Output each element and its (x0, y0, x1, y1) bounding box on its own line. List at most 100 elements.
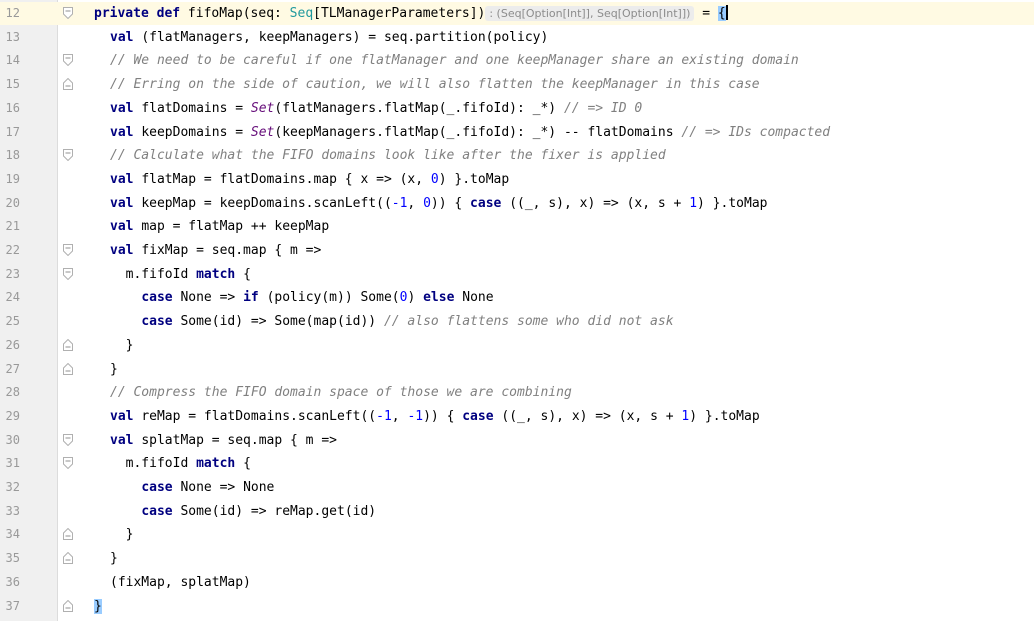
line-number: 30 (5, 432, 20, 447)
code-text[interactable]: } (110, 361, 118, 378)
code-text[interactable]: // Compress the FIFO domain space of tho… (110, 384, 572, 401)
line-number: 13 (5, 29, 20, 44)
code-token: // => ID 0 (563, 100, 643, 116)
fold-open-icon[interactable] (63, 7, 73, 19)
fold-open-icon[interactable] (63, 54, 73, 67)
code-text[interactable]: val splatMap = seq.map { m => (110, 432, 337, 449)
fold-open-icon[interactable] (63, 457, 73, 470)
code-token: (flatManagers, keepManagers) = seq.parti… (141, 29, 549, 45)
code-line-28[interactable]: 28 // Compress the FIFO domain space of t… (0, 381, 1034, 404)
line-number: 36 (5, 574, 20, 589)
code-token: (fixMap, splatMap) (110, 574, 251, 590)
code-line-25[interactable]: 25 case Some(id) => Some(map(id)) // als… (0, 310, 1034, 333)
code-text[interactable]: val map = flatMap ++ keepMap (110, 218, 329, 235)
fold-open-icon[interactable] (63, 244, 73, 256)
code-token: case (141, 480, 181, 495)
code-line-24[interactable]: 24 case None => if (policy(m)) Some(0) e… (0, 286, 1034, 309)
code-token: Some(id) => reMap.get(id) (180, 503, 377, 519)
code-text[interactable]: } (110, 526, 134, 543)
code-editor[interactable]: 12 private def fifoMap(seq: Seq[TLManager… (0, 0, 1034, 621)
code-token: m.fifoId (110, 456, 197, 472)
code-text[interactable]: } (110, 337, 134, 354)
fold-close-icon[interactable] (63, 599, 73, 612)
code-line-33[interactable]: 33 case Some(id) => reMap.get(id) (0, 500, 1034, 523)
code-line-20[interactable]: 20 val keepMap = keepDomains.scanLeft((-1… (0, 192, 1034, 215)
code-line-12[interactable]: 12 private def fifoMap(seq: Seq[TLManager… (0, 2, 1034, 25)
code-token: // also flattens some who did not ask (383, 314, 674, 330)
code-token: match (196, 266, 244, 282)
code-line-17[interactable]: 17 val keepDomains = Set(keepManagers.fla… (0, 121, 1034, 144)
code-line-36[interactable]: 36 (fixMap, splatMap) (0, 571, 1034, 594)
code-token: m.fifoId (110, 266, 197, 282)
code-token: keepDomains = (141, 124, 251, 140)
fold-open-icon[interactable] (63, 433, 73, 446)
code-token: } (110, 361, 118, 377)
code-text[interactable]: val reMap = flatDomains.scanLeft((-1, -1… (110, 408, 760, 425)
code-text[interactable]: val flatDomains = Set(flatManagers.flatM… (110, 100, 642, 117)
code-text[interactable]: case Some(id) => Some(map(id)) // also f… (110, 313, 674, 330)
fold-close-icon[interactable] (63, 78, 73, 91)
code-text[interactable]: val flatMap = flatDomains.map { x => (x,… (110, 171, 509, 188)
code-line-21[interactable]: 21 val map = flatMap ++ keepMap (0, 215, 1034, 238)
code-text[interactable]: // Erring on the side of caution, we wil… (110, 76, 760, 93)
code-line-13[interactable]: 13 val (flatManagers, keepManagers) = seq… (0, 26, 1034, 49)
code-token: val (110, 243, 142, 258)
code-line-14[interactable]: 14 // We need to be careful if one flatMa… (0, 49, 1034, 72)
matched-brace: } (94, 598, 102, 614)
code-line-23[interactable]: 23 m.fifoId match { (0, 263, 1034, 286)
code-text[interactable]: val keepMap = keepDomains.scanLeft((-1, … (110, 195, 767, 212)
fold-close-icon[interactable] (63, 338, 73, 351)
code-token: (flatManagers.flatMap(_.fifoId): _*) (274, 100, 564, 116)
code-token: case (141, 290, 181, 306)
code-line-26[interactable]: 26 } (0, 334, 1034, 357)
code-text[interactable]: m.fifoId match { (110, 266, 251, 283)
code-line-34[interactable]: 34 } (0, 523, 1034, 546)
code-text[interactable]: case None => if (policy(m)) Some(0) else… (110, 289, 493, 306)
code-line-22[interactable]: 22 val fixMap = seq.map { m => (0, 239, 1034, 262)
code-text[interactable]: } (94, 598, 102, 615)
code-text[interactable]: case Some(id) => reMap.get(id) (110, 503, 376, 520)
code-line-37[interactable]: 37} (0, 595, 1034, 618)
line-number: 25 (5, 314, 20, 329)
line-number: 31 (5, 456, 20, 471)
fold-open-icon[interactable] (63, 267, 73, 280)
code-token: None => None (180, 480, 275, 495)
code-line-18[interactable]: 18 // Calculate what the FIFO domains loo… (0, 144, 1034, 167)
code-line-31[interactable]: 31 m.fifoId match { (0, 452, 1034, 475)
line-number: 17 (5, 124, 20, 139)
code-token: splatMap = seq.map { m => (141, 432, 337, 448)
code-token: None => (180, 290, 244, 306)
code-line-16[interactable]: 16 val flatDomains = Set(flatManagers.fla… (0, 97, 1034, 120)
code-token: map = flatMap ++ keepMap (141, 219, 330, 235)
code-line-32[interactable]: 32 case None => None (0, 476, 1034, 499)
code-text[interactable]: val keepDomains = Set(keepManagers.flatM… (110, 124, 830, 141)
code-text[interactable]: private def fifoMap(seq: Seq[TLManagerPa… (94, 5, 728, 22)
code-line-29[interactable]: 29 val reMap = flatDomains.scanLeft((-1, … (0, 405, 1034, 428)
matched-brace: { (717, 6, 726, 21)
code-line-15[interactable]: 15 // Erring on the side of caution, we w… (0, 73, 1034, 96)
code-line-30[interactable]: 30 val splatMap = seq.map { m => (0, 429, 1034, 452)
code-text[interactable]: // We need to be careful if one flatMana… (110, 52, 799, 69)
code-token: )) { (430, 195, 471, 211)
code-token: ((_, s), x) => (x, s + (501, 408, 682, 424)
code-token: else (423, 290, 463, 306)
code-text[interactable]: case None => None (110, 479, 274, 496)
fold-close-icon[interactable] (63, 528, 73, 541)
code-text[interactable]: // Calculate what the FIFO domains look … (110, 147, 666, 164)
code-line-19[interactable]: 19 val flatMap = flatDomains.map { x => (… (0, 168, 1034, 191)
line-number: 34 (5, 527, 20, 542)
code-text[interactable]: val (flatManagers, keepManagers) = seq.p… (110, 29, 548, 46)
code-text[interactable]: val fixMap = seq.map { m => (110, 242, 321, 259)
code-token: 0 (430, 171, 439, 187)
fold-open-icon[interactable] (63, 149, 73, 162)
code-text[interactable]: (fixMap, splatMap) (110, 574, 251, 591)
code-token: (keepManagers.flatMap(_.fifoId): _*) -- … (274, 124, 682, 140)
code-token: match (196, 456, 244, 472)
code-line-35[interactable]: 35} (0, 547, 1034, 570)
code-text[interactable]: m.fifoId match { (110, 455, 251, 472)
code-line-27[interactable]: 27} (0, 358, 1034, 381)
fold-close-icon[interactable] (63, 362, 73, 375)
fold-close-icon[interactable] (63, 552, 73, 565)
code-text[interactable]: } (110, 550, 118, 567)
